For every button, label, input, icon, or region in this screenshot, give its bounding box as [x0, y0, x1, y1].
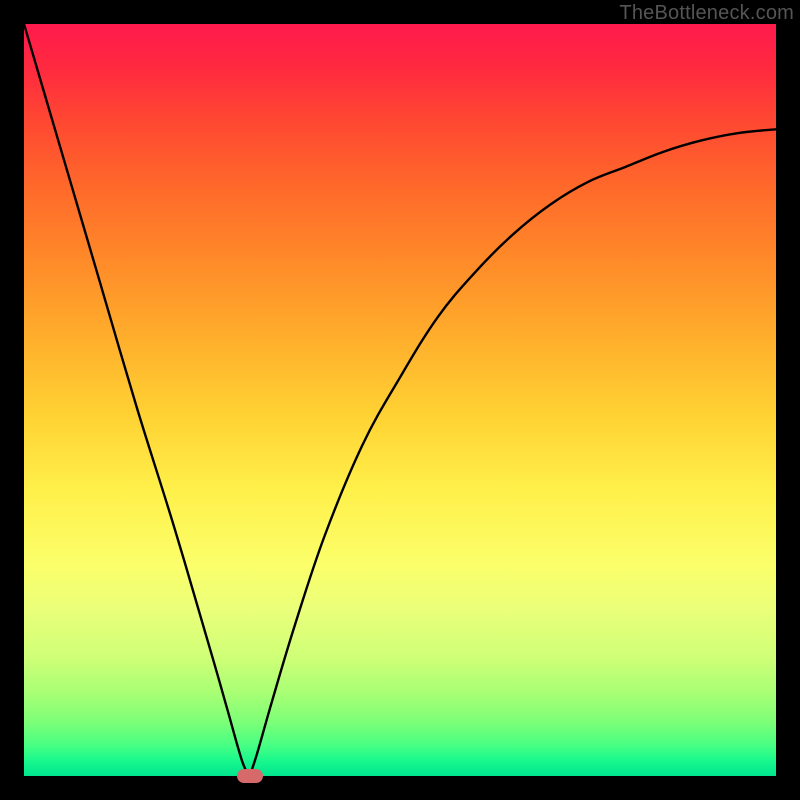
watermark-text: TheBottleneck.com [619, 2, 794, 25]
chart-plot-area [24, 24, 776, 776]
chart-frame: TheBottleneck.com [0, 0, 800, 800]
optimal-point-marker [237, 769, 263, 783]
bottleneck-curve [24, 24, 776, 776]
